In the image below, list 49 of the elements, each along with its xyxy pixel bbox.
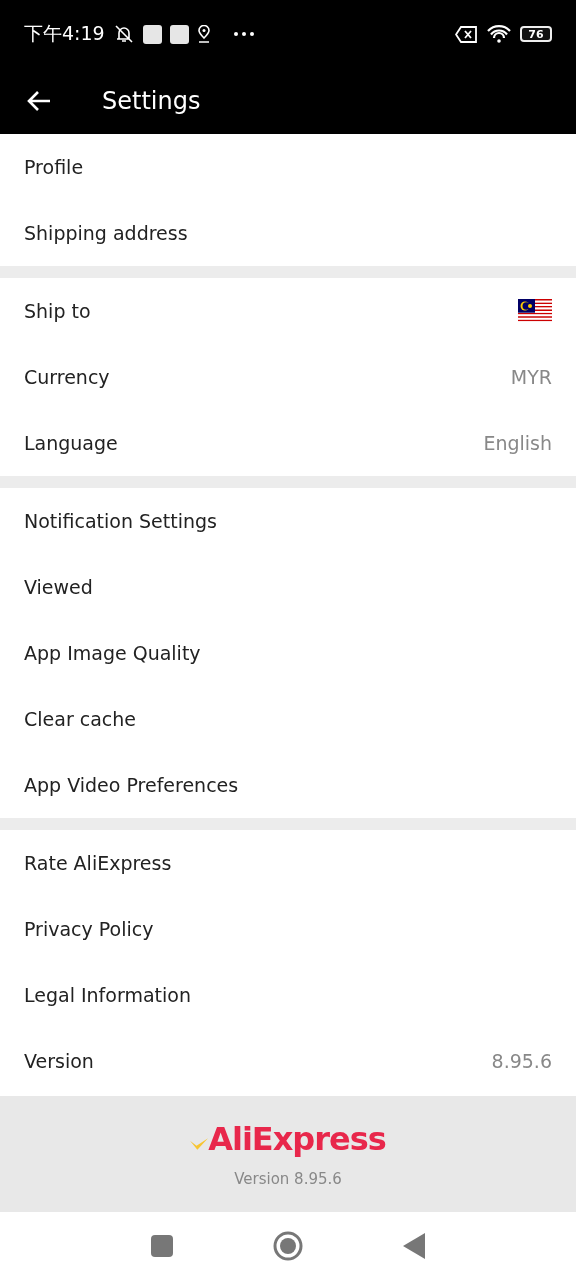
aliexpress-logo: AliExpress [208,1120,386,1158]
settings-value: 8.95.6 [491,1050,552,1072]
settings-value: English [483,432,552,454]
more-icon [232,31,255,37]
settings-row[interactable]: Notification Settings [0,488,576,554]
malaysia-flag-icon [518,299,552,323]
wifi-icon [486,24,512,44]
settings-row[interactable]: Language English [0,410,576,476]
settings-label: Profile [24,156,84,178]
page-title: Settings [102,87,201,115]
settings-label: Language [24,432,118,454]
settings-label: Ship to [24,300,91,322]
settings-row[interactable]: Profile [0,134,576,200]
settings-row[interactable]: Version 8.95.6 [0,1028,576,1094]
battery-icon: 76 [520,26,552,42]
settings-row[interactable]: Clear cache [0,686,576,752]
settings-label: Legal Information [24,984,191,1006]
bell-muted-icon [112,24,135,44]
location-pin-icon [196,25,211,43]
settings-label: Shipping address [24,222,188,244]
version-text: Version 8.95.6 [234,1170,342,1188]
recent-apps-icon[interactable] [151,1235,173,1257]
checkmark-icon [190,1138,209,1150]
settings-row[interactable]: App Video Preferences [0,752,576,818]
settings-label: Rate AliExpress [24,852,172,874]
settings-row[interactable]: Legal Information [0,962,576,1028]
home-icon[interactable] [273,1231,303,1261]
settings-row[interactable]: Ship to [0,278,576,344]
notification-icon [169,24,189,44]
settings-row[interactable]: Rate AliExpress [0,830,576,896]
settings-row[interactable]: Privacy Policy [0,896,576,962]
back-icon[interactable] [403,1233,425,1259]
settings-row[interactable]: App Image Quality [0,620,576,686]
sim-missing-icon [455,25,478,43]
settings-label: Notification Settings [24,510,217,532]
settings-label: Currency [24,366,110,388]
status-time: 下午4:19 [24,21,105,46]
settings-label: Viewed [24,576,93,598]
settings-label: App Image Quality [24,642,201,664]
back-arrow-icon[interactable] [26,90,52,112]
settings-row[interactable]: Shipping address [0,200,576,266]
notification-icon [142,24,162,44]
settings-value: MYR [510,366,552,388]
settings-row[interactable]: Currency MYR [0,344,576,410]
settings-label: Privacy Policy [24,918,154,940]
settings-label: Version [24,1050,94,1072]
settings-row[interactable]: Viewed [0,554,576,620]
settings-label: App Video Preferences [24,774,239,796]
settings-label: Clear cache [24,708,136,730]
